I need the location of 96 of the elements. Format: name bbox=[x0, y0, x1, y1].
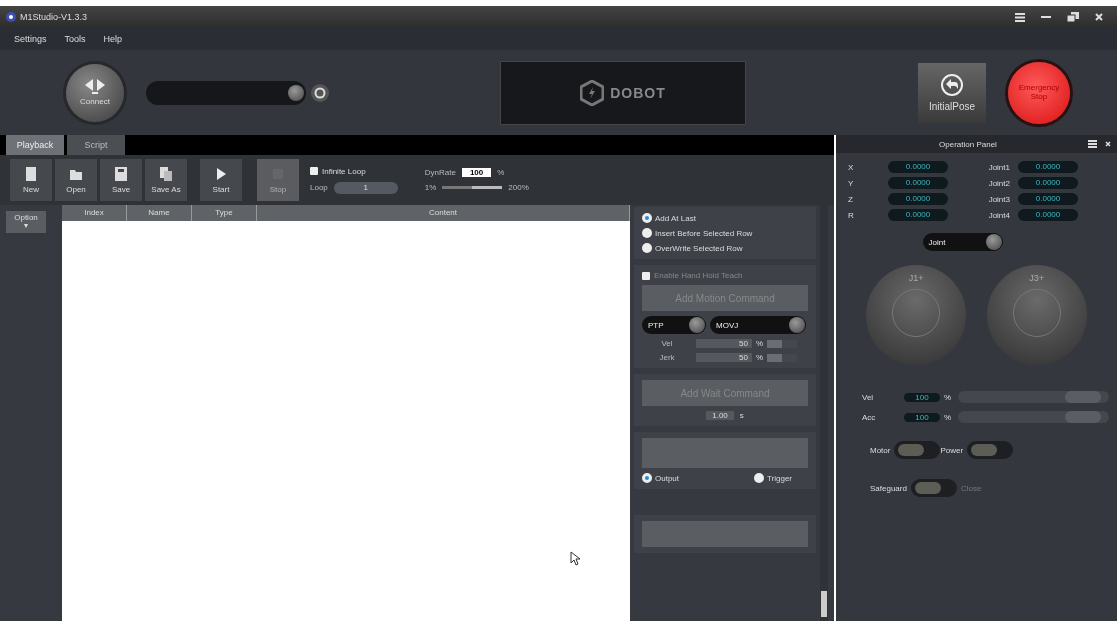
connect-button[interactable]: Connect bbox=[66, 63, 124, 122]
close-icon[interactable] bbox=[1095, 13, 1103, 21]
unit-label: s bbox=[739, 411, 744, 420]
app-logo-icon bbox=[6, 12, 16, 22]
speed-field[interactable]: 100 bbox=[904, 392, 940, 402]
radio-button[interactable]: Output bbox=[642, 473, 679, 483]
toolbar-button[interactable]: Save bbox=[100, 159, 142, 201]
param-field[interactable]: 50 bbox=[696, 339, 752, 348]
joint-label: Joint3 bbox=[987, 194, 1011, 204]
play-icon bbox=[214, 166, 228, 182]
hexagon-logo-icon bbox=[580, 79, 605, 106]
infinite-loop-checkbox[interactable]: Infinite Loop bbox=[310, 166, 398, 176]
param-field[interactable]: 50 bbox=[696, 353, 752, 362]
axis-label: Z bbox=[848, 194, 854, 204]
joint-label: Joint4 bbox=[987, 210, 1011, 220]
min-label: 1% bbox=[424, 183, 437, 192]
joint-value: 0.0000 bbox=[1018, 161, 1078, 173]
refresh-icon[interactable] bbox=[310, 82, 330, 103]
menu-item[interactable]: Help bbox=[103, 34, 123, 44]
mouse-pointer-icon bbox=[570, 551, 580, 566]
toolbar-button[interactable]: Open bbox=[55, 159, 97, 201]
dynrate-label: DynRate bbox=[424, 168, 456, 177]
switch-label: Motor bbox=[870, 445, 891, 455]
menu-item[interactable]: Settings bbox=[14, 34, 47, 44]
option-button[interactable]: Option ▾ bbox=[6, 211, 46, 233]
switch-label: Safeguard bbox=[870, 483, 907, 493]
param-slider[interactable] bbox=[767, 353, 798, 362]
toolbar-button[interactable]: Save As bbox=[145, 159, 187, 201]
param-label: Vel bbox=[660, 339, 674, 348]
joint-value: 0.0000 bbox=[1018, 177, 1078, 189]
radio-button[interactable]: Add At Last bbox=[642, 213, 808, 223]
joint-value: 0.0000 bbox=[1018, 209, 1078, 221]
minimize-icon[interactable] bbox=[1041, 15, 1051, 19]
wait-field[interactable]: 1.00 bbox=[706, 411, 734, 420]
arrows-icon bbox=[83, 79, 107, 95]
radio-button[interactable]: OverWrite Selected Row bbox=[642, 243, 808, 253]
joint-label: Joint1 bbox=[987, 162, 1011, 172]
logo-text: DOBOT bbox=[610, 84, 666, 101]
speed-label: Vel bbox=[862, 392, 875, 402]
param-label: Jerk bbox=[658, 353, 676, 362]
coordinate-value: 0.0000 bbox=[888, 193, 948, 205]
window-title: M1Studio-V1.3.3 bbox=[20, 12, 88, 22]
speed-label: Acc bbox=[862, 412, 877, 422]
motion-dropdown[interactable]: MOVJ bbox=[710, 316, 806, 334]
loop-label: Loop bbox=[310, 183, 328, 192]
document-icon bbox=[24, 166, 38, 182]
switch-label: Power bbox=[940, 445, 964, 455]
axis-label: Y bbox=[848, 178, 855, 188]
tab[interactable]: Script bbox=[67, 135, 125, 155]
menu-item[interactable]: Tools bbox=[64, 34, 86, 44]
axis-label: R bbox=[848, 210, 855, 220]
axis-label: X bbox=[848, 162, 855, 172]
dynrate-slider[interactable] bbox=[442, 186, 503, 189]
menu-icon[interactable] bbox=[1088, 140, 1097, 148]
unit-label: % bbox=[756, 339, 764, 348]
column-header[interactable]: Type bbox=[192, 205, 257, 221]
initial-pose-button[interactable]: InitialPose bbox=[918, 62, 986, 123]
speed-field[interactable]: 100 bbox=[904, 412, 940, 422]
toggle-switch[interactable] bbox=[967, 441, 1014, 459]
documents-icon bbox=[159, 166, 173, 182]
scrollbar-thumb[interactable] bbox=[821, 591, 827, 617]
dropdown-knob-icon bbox=[288, 84, 304, 101]
coordinate-value: 0.0000 bbox=[888, 209, 948, 221]
dynrate-field[interactable]: 100 bbox=[461, 168, 492, 177]
jog-mode-dropdown[interactable]: Joint bbox=[922, 233, 1003, 251]
unit-label: % bbox=[944, 412, 953, 422]
slider-thumb[interactable] bbox=[1065, 411, 1102, 423]
close-icon[interactable] bbox=[1105, 141, 1111, 147]
coordinate-value: 0.0000 bbox=[888, 177, 948, 189]
speed-slider[interactable] bbox=[958, 411, 1109, 423]
loop-count-field[interactable]: 1 bbox=[333, 181, 398, 194]
speed-slider[interactable] bbox=[958, 391, 1109, 403]
max-label: 200% bbox=[508, 183, 529, 192]
slider-thumb[interactable] bbox=[1065, 391, 1102, 403]
joint-label: Joint2 bbox=[987, 178, 1011, 188]
unit-label: % bbox=[756, 353, 764, 362]
coordinate-value: 0.0000 bbox=[888, 161, 948, 173]
tab[interactable]: Playback bbox=[6, 135, 64, 155]
unit-label: % bbox=[944, 392, 953, 402]
radio-button[interactable]: Insert Before Selected Row bbox=[642, 228, 808, 238]
panel-title: Operation Panel bbox=[938, 139, 998, 149]
restore-icon[interactable] bbox=[1067, 11, 1079, 23]
menu-icon[interactable] bbox=[1015, 12, 1025, 22]
column-header[interactable]: Index bbox=[62, 205, 127, 221]
toolbar-button[interactable]: Start bbox=[200, 159, 242, 201]
toggle-switch[interactable] bbox=[894, 441, 941, 459]
mode-dropdown[interactable]: PTP bbox=[642, 316, 706, 334]
unit-label: % bbox=[497, 168, 505, 177]
toggle-switch[interactable] bbox=[910, 479, 957, 497]
joint-value: 0.0000 bbox=[1018, 193, 1078, 205]
toolbar-button[interactable]: New bbox=[10, 159, 52, 201]
column-header[interactable]: Name bbox=[127, 205, 192, 221]
port-field[interactable] bbox=[146, 80, 306, 105]
radio-button[interactable]: Trigger bbox=[753, 473, 792, 483]
column-header[interactable]: Content bbox=[257, 205, 630, 221]
param-slider[interactable] bbox=[767, 339, 798, 348]
